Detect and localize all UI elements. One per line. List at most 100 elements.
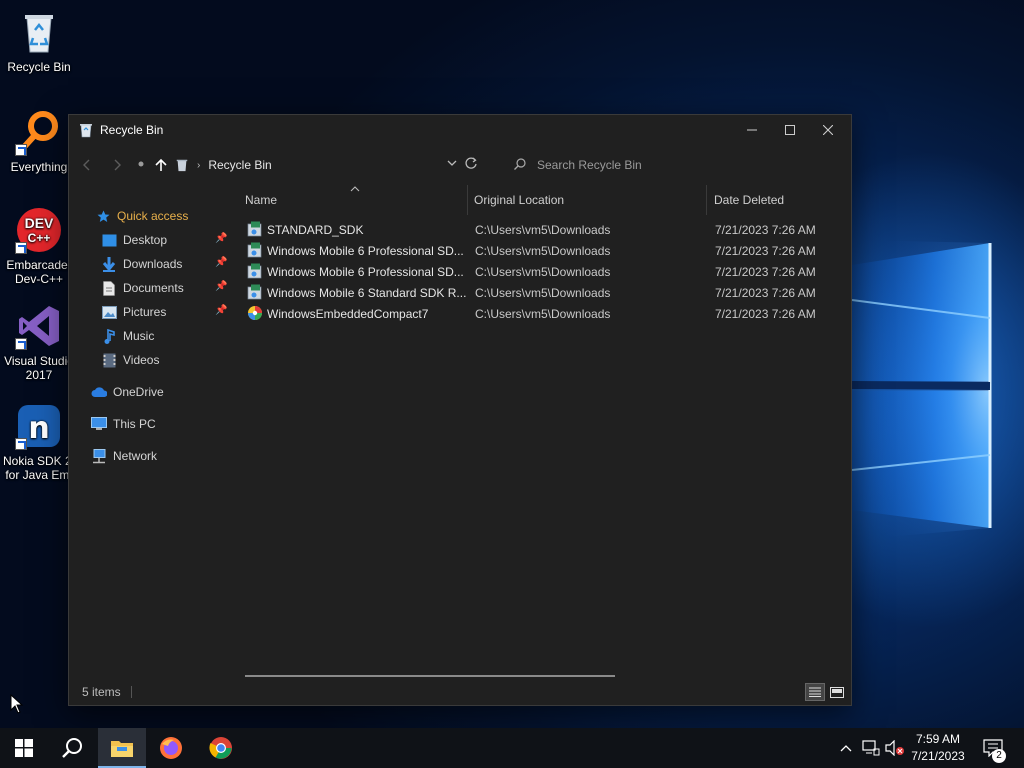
- notification-count-badge: 2: [992, 749, 1006, 763]
- sidebar-item-label: Network: [113, 449, 158, 463]
- nokia-sdk-icon: n: [15, 402, 63, 450]
- pin-icon: 📌: [215, 305, 228, 316]
- title-bar[interactable]: Recycle Bin: [69, 115, 851, 145]
- file-name: Windows Mobile 6 Professional SD...: [267, 264, 464, 279]
- file-date-deleted: 7/21/2023 7:26 AM: [715, 264, 816, 279]
- sidebar-item-documents[interactable]: Documents 📌: [101, 278, 227, 298]
- desktop-icon-label: Embarcader Dev-C++: [6, 258, 72, 286]
- sidebar-item-desktop[interactable]: Desktop 📌: [101, 230, 227, 250]
- taskbar-clock[interactable]: 7:59 AM 7/21/2023: [906, 731, 970, 765]
- details-view-button[interactable]: [805, 683, 825, 701]
- file-original-location: C:\Users\vm5\Downloads: [475, 243, 611, 258]
- svg-text:n: n: [28, 411, 49, 446]
- action-center-button[interactable]: [978, 728, 1008, 768]
- pictures-folder-icon: [101, 304, 117, 320]
- column-divider[interactable]: [706, 185, 707, 215]
- volume-tray-button[interactable]: [884, 728, 906, 768]
- minimize-button[interactable]: [733, 115, 771, 145]
- setup-disc-icon: [247, 305, 263, 321]
- arrow-right-icon: [114, 159, 121, 171]
- sidebar-item-label: Desktop: [123, 233, 168, 247]
- desktop-icon-label: Everything: [10, 160, 68, 174]
- pin-icon: 📌: [215, 257, 228, 268]
- taskbar-file-explorer[interactable]: [98, 728, 146, 768]
- sidebar-item-music[interactable]: Music: [101, 326, 154, 346]
- taskbar-chrome[interactable]: [197, 728, 245, 768]
- table-row[interactable]: STANDARD_SDK C:\Users\vm5\Downloads 7/21…: [241, 219, 841, 240]
- shortcut-arrow-icon: [15, 144, 27, 156]
- column-header-original-location[interactable]: Original Location: [474, 185, 564, 215]
- chevron-up-icon: [840, 745, 852, 752]
- column-header-name[interactable]: Name: [245, 185, 277, 215]
- desktop-icon-label: Visual Studio 2017: [4, 354, 74, 382]
- sidebar-item-videos[interactable]: Videos: [101, 350, 159, 370]
- file-name: Windows Mobile 6 Standard SDK R...: [267, 285, 467, 300]
- column-header-label: Date Deleted: [714, 193, 785, 207]
- network-icon: [91, 448, 107, 464]
- recycle-bin-icon: [175, 158, 189, 172]
- file-name: STANDARD_SDK: [267, 222, 364, 237]
- sidebar-item-network[interactable]: Network: [91, 446, 157, 466]
- close-button[interactable]: [809, 115, 847, 145]
- dropdown-dot-icon: [138, 161, 144, 167]
- mouse-cursor-icon: [10, 693, 24, 717]
- table-row[interactable]: WindowsEmbeddedCompact7 C:\Users\vm5\Dow…: [241, 303, 841, 324]
- search-button[interactable]: [48, 728, 96, 768]
- file-explorer-icon: [111, 741, 133, 757]
- clock-date: 7/21/2023: [911, 749, 965, 763]
- navigation-bar: › Recycle Bin Search Recycle Bin: [69, 145, 851, 185]
- table-row[interactable]: Windows Mobile 6 Professional SD... C:\U…: [241, 240, 841, 261]
- show-hidden-icons-button[interactable]: [836, 728, 856, 768]
- sidebar-item-label: Music: [123, 329, 155, 343]
- taskbar-firefox[interactable]: [147, 728, 195, 768]
- refresh-button[interactable]: [461, 156, 481, 174]
- computer-icon: [91, 416, 107, 432]
- explorer-window: Recycle Bin › Recycle Bin Search Recycle…: [68, 114, 852, 706]
- column-divider[interactable]: [467, 185, 468, 215]
- clock-time: 7:59 AM: [915, 732, 961, 746]
- sidebar-item-downloads[interactable]: Downloads 📌: [101, 254, 227, 274]
- forward-button[interactable]: [107, 155, 127, 175]
- file-list: Name Original Location Date Deleted STAN…: [241, 185, 851, 677]
- desktop-icon-nokia-sdk[interactable]: n Nokia SDK 2. for Java Em.: [0, 402, 78, 482]
- column-header-date-deleted[interactable]: Date Deleted: [714, 185, 784, 215]
- chrome-icon: [209, 737, 232, 759]
- search-box[interactable]: Search Recycle Bin: [501, 154, 701, 176]
- column-header-label: Name: [245, 193, 278, 207]
- file-original-location: C:\Users\vm5\Downloads: [475, 264, 611, 279]
- back-button[interactable]: [77, 155, 97, 175]
- table-row[interactable]: Windows Mobile 6 Professional SD... C:\U…: [241, 261, 841, 282]
- installer-icon: [247, 242, 263, 258]
- chevron-right-icon: ›: [197, 159, 201, 171]
- table-row[interactable]: Windows Mobile 6 Standard SDK R... C:\Us…: [241, 282, 841, 303]
- downloads-folder-icon: [101, 256, 117, 272]
- breadcrumb-location[interactable]: Recycle Bin: [208, 158, 271, 172]
- desktop-icon-visual-studio[interactable]: Visual Studio 2017: [0, 302, 78, 382]
- window-title: Recycle Bin: [100, 123, 164, 137]
- arrow-left-icon: [83, 159, 90, 171]
- sidebar-item-label: Downloads: [123, 257, 183, 271]
- chevron-down-icon[interactable]: [447, 158, 457, 170]
- svg-text:DEV: DEV: [25, 215, 54, 231]
- maximize-button[interactable]: [771, 115, 809, 145]
- large-icons-view-button[interactable]: [827, 683, 847, 701]
- sidebar-item-this-pc[interactable]: This PC: [91, 414, 156, 434]
- file-original-location: C:\Users\vm5\Downloads: [475, 222, 611, 237]
- network-tray-button[interactable]: [860, 728, 882, 768]
- sidebar-item-label: Documents: [123, 281, 184, 295]
- sidebar-item-pictures[interactable]: Pictures 📌: [101, 302, 227, 322]
- dev-cpp-icon: DEV C++: [15, 206, 63, 254]
- address-bar[interactable]: › Recycle Bin: [175, 154, 457, 176]
- videos-folder-icon: [101, 352, 117, 368]
- up-button[interactable]: [151, 155, 171, 175]
- desktop-icon-everything[interactable]: Everything: [0, 108, 78, 174]
- volume-muted-icon: [885, 740, 904, 756]
- start-button[interactable]: [0, 728, 48, 768]
- sidebar-item-onedrive[interactable]: OneDrive: [91, 382, 164, 402]
- file-date-deleted: 7/21/2023 7:26 AM: [715, 243, 816, 258]
- horizontal-scrollbar[interactable]: [245, 675, 615, 677]
- recent-locations-button[interactable]: [131, 154, 151, 174]
- desktop-icon-recycle-bin[interactable]: Recycle Bin: [0, 8, 78, 74]
- sidebar-item-quick-access[interactable]: Quick access: [95, 206, 188, 226]
- desktop-icon-dev-cpp[interactable]: DEV C++ Embarcader Dev-C++: [0, 206, 78, 286]
